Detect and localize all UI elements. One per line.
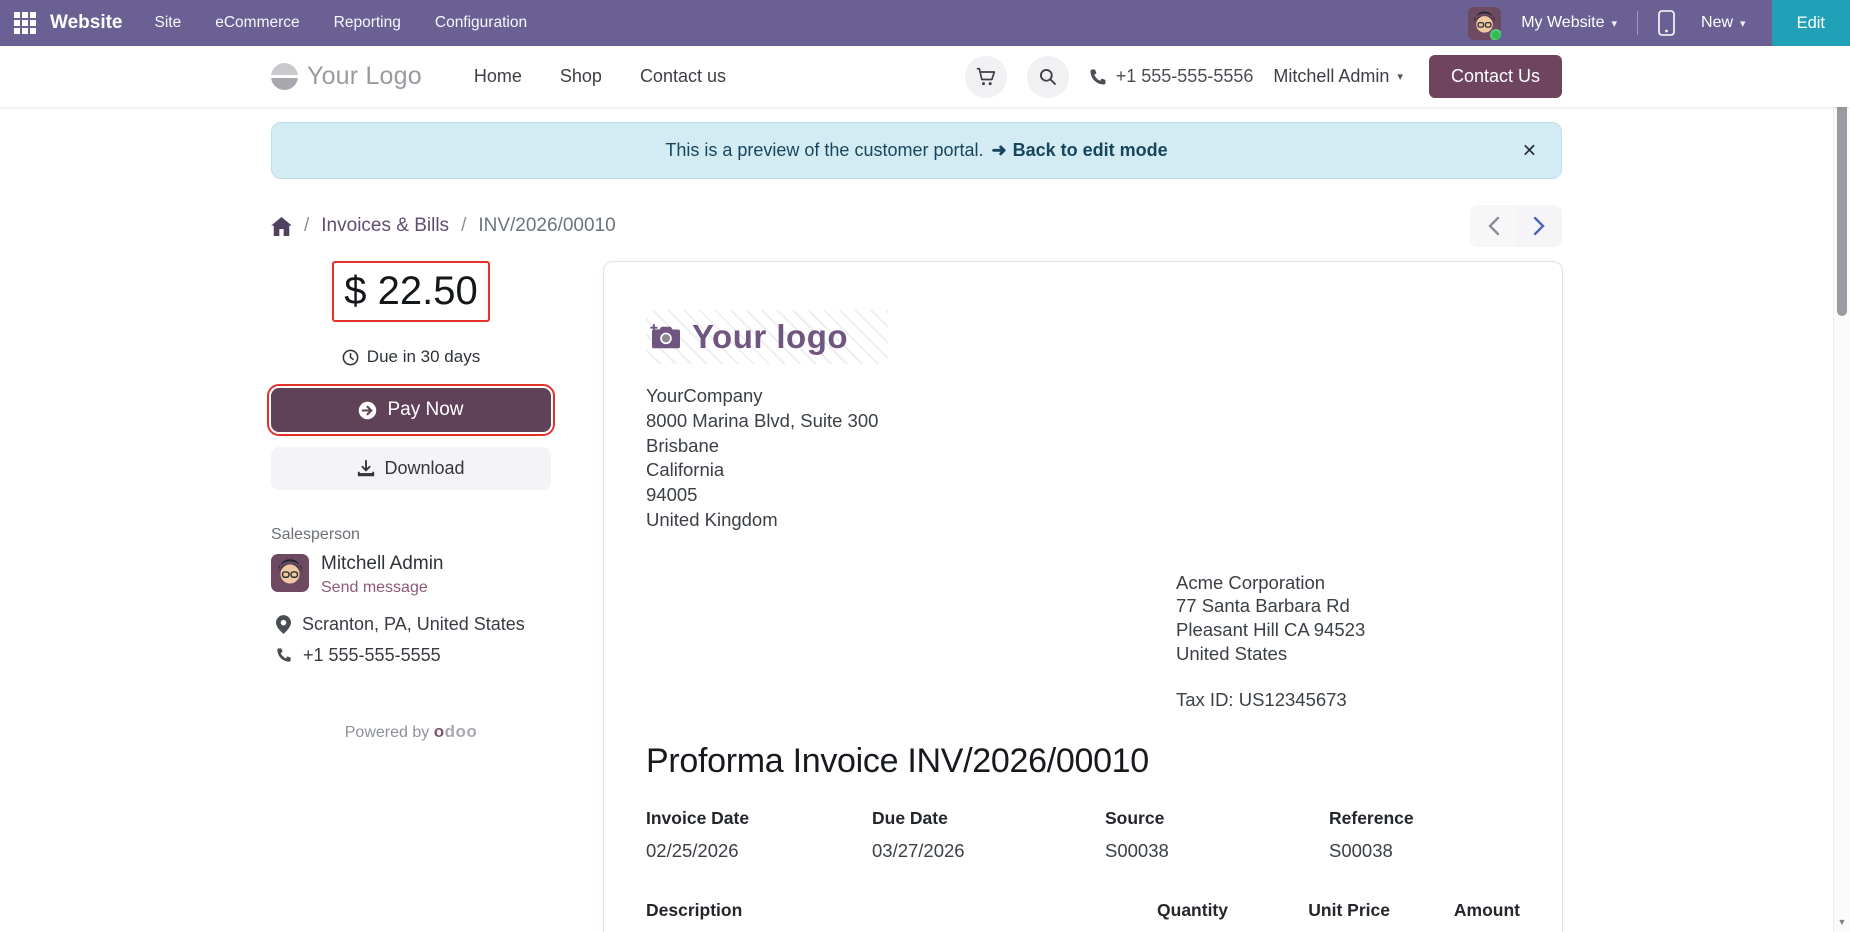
next-button[interactable] (1516, 205, 1562, 247)
my-website-dropdown[interactable]: My Website ▾ (1521, 14, 1617, 32)
breadcrumb-current: INV/2026/00010 (478, 215, 616, 236)
logo-mark-icon (271, 63, 298, 90)
amount-due-highlight: $ 22.50 (332, 261, 490, 322)
invoice-meta: Invoice Date 02/25/2026 Due Date 03/27/2… (646, 808, 1520, 862)
menu-configuration[interactable]: Configuration (435, 14, 527, 32)
invoice-sidebar: $ 22.50 Due in 30 days Pay Now Download … (267, 261, 555, 742)
prev-button[interactable] (1470, 205, 1516, 247)
meta-due-date: Due Date 03/27/2026 (872, 808, 965, 862)
nav-home[interactable]: Home (474, 66, 522, 87)
breadcrumb-row: / Invoices & Bills / INV/2026/00010 (271, 205, 1562, 247)
due-date-line: Due in 30 days (271, 347, 551, 367)
arrow-right-icon: ➜ (991, 140, 1007, 160)
menu-site[interactable]: Site (155, 14, 182, 32)
tax-id: Tax ID: US12345673 (1176, 689, 1347, 711)
home-icon[interactable] (271, 216, 292, 236)
meta-invoice-date: Invoice Date 02/25/2026 (646, 808, 750, 862)
close-icon[interactable]: ✕ (1522, 140, 1537, 161)
invoice-title: Proforma Invoice INV/2026/00010 (646, 742, 1149, 781)
portal-user-dropdown[interactable]: Mitchell Admin ▾ (1273, 66, 1403, 87)
site-nav: Home Shop Contact us (474, 66, 726, 87)
map-pin-icon (276, 615, 291, 634)
scrollbar[interactable]: ▲ ▼ (1833, 46, 1850, 932)
pay-now-button[interactable]: Pay Now (267, 384, 555, 436)
pager (1470, 205, 1562, 247)
phone-icon (1090, 69, 1106, 84)
chevron-right-icon (1533, 216, 1545, 236)
odoo-logo[interactable]: odoo (434, 722, 478, 741)
search-button[interactable] (1026, 55, 1069, 98)
website-header: Your Logo Home Shop Contact us +1 555-55… (0, 46, 1850, 107)
customer-address: Acme Corporation 77 Santa Barbara Rd Ple… (1176, 571, 1520, 712)
cart-button[interactable] (964, 55, 1007, 98)
nav-contact-us[interactable]: Contact us (640, 66, 726, 87)
edit-button[interactable]: Edit (1771, 0, 1850, 46)
header-phone[interactable]: +1 555-555-5556 (1089, 66, 1253, 87)
search-icon (1039, 68, 1056, 85)
app-name-website[interactable]: Website (50, 12, 123, 34)
mobile-icon[interactable] (1658, 10, 1675, 36)
caret-down-icon: ▾ (1611, 17, 1618, 30)
chevron-left-icon (1487, 216, 1499, 236)
main-content: $ 22.50 Due in 30 days Pay Now Download … (0, 261, 1850, 932)
site-logo[interactable]: Your Logo (271, 62, 422, 91)
divider (1637, 11, 1639, 35)
send-message-link[interactable]: Send message (321, 579, 444, 597)
meta-source: Source S00038 (1105, 808, 1169, 862)
salesperson-label: Salesperson (271, 526, 360, 543)
user-avatar[interactable] (1468, 6, 1502, 40)
table-header: Description Quantity Unit Price Amount (646, 900, 1520, 932)
cart-icon (976, 67, 995, 85)
camera-icon (650, 323, 680, 349)
caret-down-icon: ▾ (1397, 71, 1403, 83)
menu-ecommerce[interactable]: eCommerce (215, 14, 299, 32)
backend-navbar: Website Site eCommerce Reporting Configu… (0, 0, 1850, 46)
caret-down-icon: ▾ (1740, 17, 1746, 30)
download-button[interactable]: Download (271, 447, 551, 490)
salesperson-location: Scranton, PA, United States (271, 614, 551, 635)
apps-grid-icon[interactable] (14, 12, 36, 34)
nav-shop[interactable]: Shop (560, 66, 602, 87)
new-dropdown[interactable]: New ▾ (1701, 14, 1746, 32)
contact-us-button[interactable]: Contact Us (1428, 55, 1562, 98)
phone-icon (277, 648, 291, 663)
company-address: YourCompany 8000 Marina Blvd, Suite 300 … (646, 385, 879, 530)
arrow-circle-right-icon (359, 401, 377, 419)
menu-reporting[interactable]: Reporting (334, 14, 401, 32)
screen: Website Site eCommerce Reporting Configu… (0, 0, 1850, 932)
salesperson-avatar (271, 554, 309, 592)
invoice-logo-text: Your logo (692, 318, 849, 355)
breadcrumb-invoices-bills[interactable]: Invoices & Bills (321, 215, 449, 237)
meta-reference: Reference S00038 (1329, 808, 1414, 862)
amount-due: $ 22.50 (344, 269, 478, 313)
invoice-document: Your logo YourCompany 8000 Marina Blvd, … (603, 261, 1563, 932)
clock-icon (342, 349, 359, 365)
salesperson-row: Mitchell Admin Send message (271, 553, 551, 597)
scroll-down-arrow[interactable]: ▼ (1834, 917, 1850, 927)
line-items-table: Description Quantity Unit Price Amount [… (646, 900, 1520, 932)
salesperson-phone[interactable]: +1 555-555-5555 (271, 645, 551, 666)
download-icon (358, 459, 375, 476)
logo-text: Your Logo (307, 62, 422, 90)
back-to-edit-link[interactable]: ➜ Back to edit mode (992, 140, 1168, 161)
online-status-dot (1490, 28, 1502, 40)
preview-banner: This is a preview of the customer portal… (271, 122, 1562, 179)
powered-by: Powered by odoo (344, 721, 478, 741)
salesperson-name: Mitchell Admin (321, 553, 444, 574)
invoice-logo-placeholder[interactable]: Your logo (646, 310, 888, 364)
banner-text: This is a preview of the customer portal… (665, 140, 984, 160)
breadcrumb: / Invoices & Bills / INV/2026/00010 (271, 215, 616, 237)
